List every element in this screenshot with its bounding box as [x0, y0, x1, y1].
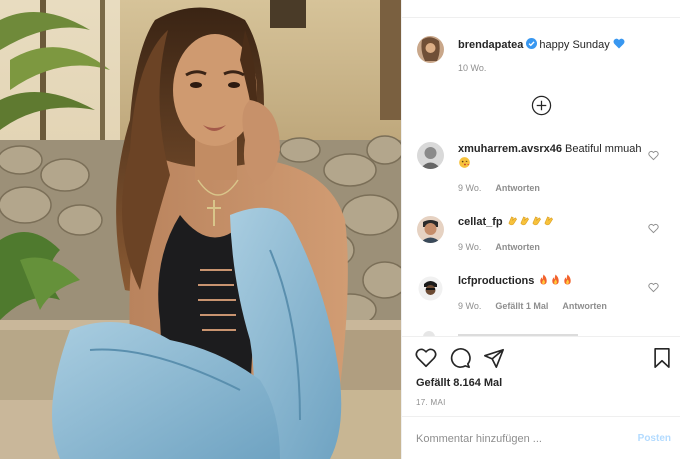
comments-area[interactable]: brendapatea happy Sunday 10 Wo. xmuharrem… [402, 18, 680, 336]
comment-3-emojis [537, 274, 573, 287]
fire-emoji [552, 274, 560, 285]
comment-3-likes[interactable]: Gefällt 1 Mal [495, 301, 548, 311]
comment-1-username[interactable]: xmuharrem.avsrx46 [458, 143, 562, 155]
comment-icon[interactable] [449, 347, 471, 369]
clapping-hands-emoji [544, 216, 553, 226]
heart-icon[interactable] [415, 347, 437, 369]
clapping-hands-emoji [532, 216, 541, 226]
post-side-panel: brendapatea happy Sunday 10 Wo. xmuharrem… [401, 0, 680, 459]
comment-2-like-heart-icon[interactable] [648, 223, 659, 234]
comment-1: xmuharrem.avsrx46 Beatiful mmuah [458, 142, 648, 172]
load-more-comments-plus-circle-icon[interactable] [531, 95, 552, 116]
kissing-face-emoji [459, 157, 470, 168]
fire-emoji [540, 274, 548, 285]
comment-input[interactable] [416, 431, 616, 447]
fire-emoji [564, 274, 572, 285]
caption-avatar[interactable] [417, 36, 444, 63]
comment-1-meta: 9 Wo. Antworten [458, 183, 540, 193]
post-image [0, 0, 401, 459]
caption: brendapatea happy Sunday [458, 38, 668, 53]
instagram-post: brendapatea happy Sunday 10 Wo. xmuharrem… [0, 0, 680, 459]
caption-text: happy Sunday [539, 39, 610, 51]
comment-3: lcfproductions [458, 274, 648, 289]
comment-1-time[interactable]: 9 Wo. [458, 183, 481, 193]
comment-2-username[interactable]: cellat_fp [458, 216, 503, 228]
panel-header-strip [402, 0, 680, 18]
share-icon[interactable] [483, 347, 505, 369]
comment-2-emojis [506, 216, 554, 228]
blue-heart-emoji [613, 38, 625, 49]
comment-2-time[interactable]: 9 Wo. [458, 242, 481, 252]
post-comment-button[interactable]: Posten [638, 433, 671, 444]
add-comment-bar: Posten [402, 416, 680, 459]
clapping-hands-emoji [520, 216, 529, 226]
comment-2-meta: 9 Wo. Antworten [458, 242, 540, 252]
comment-1-reply-button[interactable]: Antworten [495, 183, 540, 193]
post-actions: Gefällt 8.164 Mal 17. MAI [402, 336, 680, 416]
comment-1-like-heart-icon[interactable] [648, 150, 659, 161]
comment-3-username[interactable]: lcfproductions [458, 275, 534, 287]
comment-avatar-1[interactable] [417, 142, 444, 169]
post-photo[interactable] [0, 0, 401, 459]
comment-2-reply-button[interactable]: Antworten [495, 242, 540, 252]
comment-3-like-heart-icon[interactable] [648, 282, 659, 293]
caption-time[interactable]: 10 Wo. [458, 63, 486, 73]
comment-avatar-3[interactable] [417, 275, 444, 302]
caption-username[interactable]: brendapatea [458, 39, 523, 51]
comment-2: cellat_fp [458, 215, 648, 230]
comment-3-reply-button[interactable]: Antworten [562, 301, 607, 311]
clapping-hands-emoji [508, 216, 517, 226]
comment-1-text: Beatiful mmuah [565, 143, 642, 155]
caption-meta: 10 Wo. [458, 63, 486, 73]
comment-3-time[interactable]: 9 Wo. [458, 301, 481, 311]
comment-3-meta: 9 Wo. Gefällt 1 Mal Antworten [458, 301, 607, 311]
bookmark-icon[interactable] [651, 347, 673, 369]
post-date[interactable]: 17. MAI [416, 398, 446, 407]
likes-count[interactable]: Gefällt 8.164 Mal [416, 377, 502, 389]
comment-avatar-2[interactable] [417, 216, 444, 243]
verified-badge-icon [526, 38, 538, 49]
